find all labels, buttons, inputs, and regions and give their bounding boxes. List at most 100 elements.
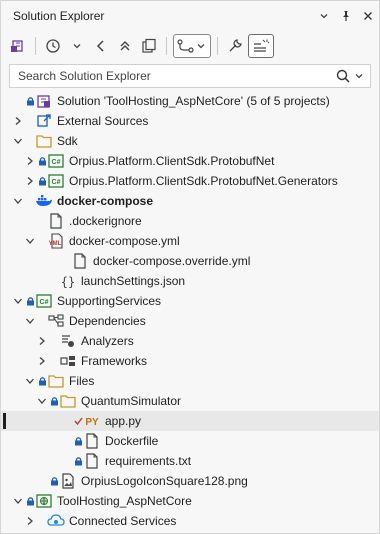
lock-icon <box>25 296 35 306</box>
close-icon[interactable] <box>357 5 379 27</box>
chevron-right-icon[interactable] <box>23 511 37 531</box>
analyzers-icon <box>59 333 77 349</box>
tree-item[interactable]: QuantumSimulator <box>1 391 379 411</box>
chevron-right-icon[interactable] <box>23 171 37 191</box>
show-all-files-icon[interactable] <box>138 34 160 58</box>
switch-views-icon[interactable] <box>7 34 29 58</box>
tree-item[interactable]: C# Orpius.Platform.ClientSdk.ProtobufNet.… <box>1 171 379 191</box>
chevron-down-icon[interactable] <box>313 5 335 27</box>
tree-item[interactable]: .dockerignore <box>1 211 379 231</box>
tree-item-label: Dockerfile <box>105 434 159 448</box>
tree-item[interactable]: C# SupportingServices <box>1 291 379 311</box>
tree-item[interactable]: docker-compose.override.yml <box>1 251 379 271</box>
chevron-right-icon[interactable] <box>23 151 37 171</box>
back-icon[interactable] <box>90 34 112 58</box>
tree-item[interactable]: PY app.py <box>1 411 379 431</box>
docker-icon <box>35 193 53 209</box>
tree-item[interactable]: Sdk <box>1 131 379 151</box>
tree-item[interactable]: {} launchSettings.json <box>1 271 379 291</box>
tree-item-label: Files <box>69 374 95 388</box>
folder-icon <box>59 393 77 409</box>
tree-item[interactable]: Dependencies <box>1 311 379 331</box>
chevron-placeholder <box>23 211 37 231</box>
tree-item-label: ToolHosting_AspNetCore <box>57 494 192 508</box>
chevron-right-icon[interactable] <box>11 111 25 131</box>
toolbar <box>1 31 379 61</box>
tree-item-label: .dockerignore <box>69 214 142 228</box>
tree-item[interactable]: Files <box>1 371 379 391</box>
lock-icon <box>49 396 59 406</box>
svg-text:C#: C# <box>52 179 61 186</box>
chevron-down-icon[interactable] <box>11 131 25 151</box>
chevron-placeholder <box>59 451 73 471</box>
tree-item-label: QuantumSimulator <box>81 394 182 408</box>
svg-text:{}: {} <box>61 275 75 289</box>
tree-item[interactable]: Analyzers <box>1 331 379 351</box>
chevron-down-icon[interactable] <box>23 311 37 331</box>
chevron-down-icon[interactable] <box>35 391 49 411</box>
tree-item[interactable]: Connected Services <box>1 511 379 531</box>
search-box[interactable] <box>9 64 371 88</box>
chevron-right-icon[interactable] <box>35 331 49 351</box>
tree-item[interactable]: ToolHosting_AspNetCore <box>1 491 379 511</box>
lock-icon <box>37 156 47 166</box>
connected-services-icon <box>47 513 65 529</box>
tree-item[interactable]: requirements.txt <box>1 451 379 471</box>
git-branch-dropdown[interactable] <box>173 34 211 58</box>
search-input[interactable] <box>16 68 336 84</box>
tree-item[interactable]: docker-compose <box>1 191 379 211</box>
pin-icon[interactable] <box>335 5 357 27</box>
tree-item[interactable]: Frameworks <box>1 351 379 371</box>
chevron-placeholder <box>59 431 73 451</box>
tree-item-label: Solution 'ToolHosting_AspNetCore' (5 of … <box>57 94 330 108</box>
tree-item-label: docker-compose.override.yml <box>93 254 251 268</box>
tree-item-label: Orpius.Platform.ClientSdk.ProtobufNet <box>69 154 275 168</box>
chevron-down-icon[interactable] <box>11 291 25 311</box>
chevron-down-icon[interactable] <box>66 34 88 58</box>
lock-icon <box>49 476 59 486</box>
toolbar-separator <box>35 37 36 55</box>
tree-item[interactable]: Solution 'ToolHosting_AspNetCore' (5 of … <box>1 91 379 111</box>
chevron-down-icon[interactable] <box>23 371 37 391</box>
history-icon[interactable] <box>42 34 64 58</box>
chevron-right-icon[interactable] <box>35 351 49 371</box>
tree-item-label: Orpius.Platform.ClientSdk.ProtobufNet.Ge… <box>69 174 338 188</box>
chevron-down-icon[interactable] <box>23 231 37 251</box>
chevron-placeholder <box>35 471 49 491</box>
toolbar-separator <box>166 37 167 55</box>
tree-item-label: Frameworks <box>81 354 148 368</box>
chevron-placeholder <box>35 271 49 291</box>
chevron-down-icon <box>197 44 205 49</box>
preview-toggle-icon[interactable] <box>248 34 274 58</box>
lock-icon <box>37 176 47 186</box>
chevron-down-icon[interactable] <box>11 491 25 511</box>
chevron-down-icon <box>355 74 363 79</box>
tree-item[interactable]: External Sources <box>1 111 379 131</box>
lock-icon <box>25 96 35 106</box>
file-icon <box>71 253 89 269</box>
file-icon <box>83 453 101 469</box>
tree-item-label: Dependencies <box>69 314 146 328</box>
toolbar-separator <box>217 37 218 55</box>
tree-item[interactable]: Dockerfile <box>1 431 379 451</box>
svg-text:C#: C# <box>52 159 61 166</box>
yml-file-icon: YML <box>47 233 65 249</box>
lock-icon <box>25 496 35 506</box>
wrench-icon[interactable] <box>224 34 246 58</box>
collapse-all-icon[interactable] <box>114 34 136 58</box>
tree-item-label: Analyzers <box>81 334 134 348</box>
tree-item[interactable]: YML docker-compose.yml <box>1 231 379 251</box>
tree-item[interactable]: C# Orpius.Platform.ClientSdk.ProtobufNet <box>1 151 379 171</box>
tree-item-label: OrpiusLogoIconSquare128.png <box>81 474 248 488</box>
checkmark-icon <box>73 416 83 426</box>
file-icon <box>83 433 101 449</box>
tree-item-label: app.py <box>105 414 142 428</box>
tree-item[interactable]: OrpiusLogoIconSquare128.png <box>1 471 379 491</box>
search-icon[interactable] <box>336 69 370 83</box>
panel-title: Solution Explorer <box>13 9 105 23</box>
lock-icon <box>37 376 47 386</box>
chevron-down-icon[interactable] <box>11 191 25 211</box>
svg-text:PY: PY <box>85 417 99 428</box>
tree-item-label: Connected Services <box>69 514 177 528</box>
solution-tree: Solution 'ToolHosting_AspNetCore' (5 of … <box>1 91 379 531</box>
